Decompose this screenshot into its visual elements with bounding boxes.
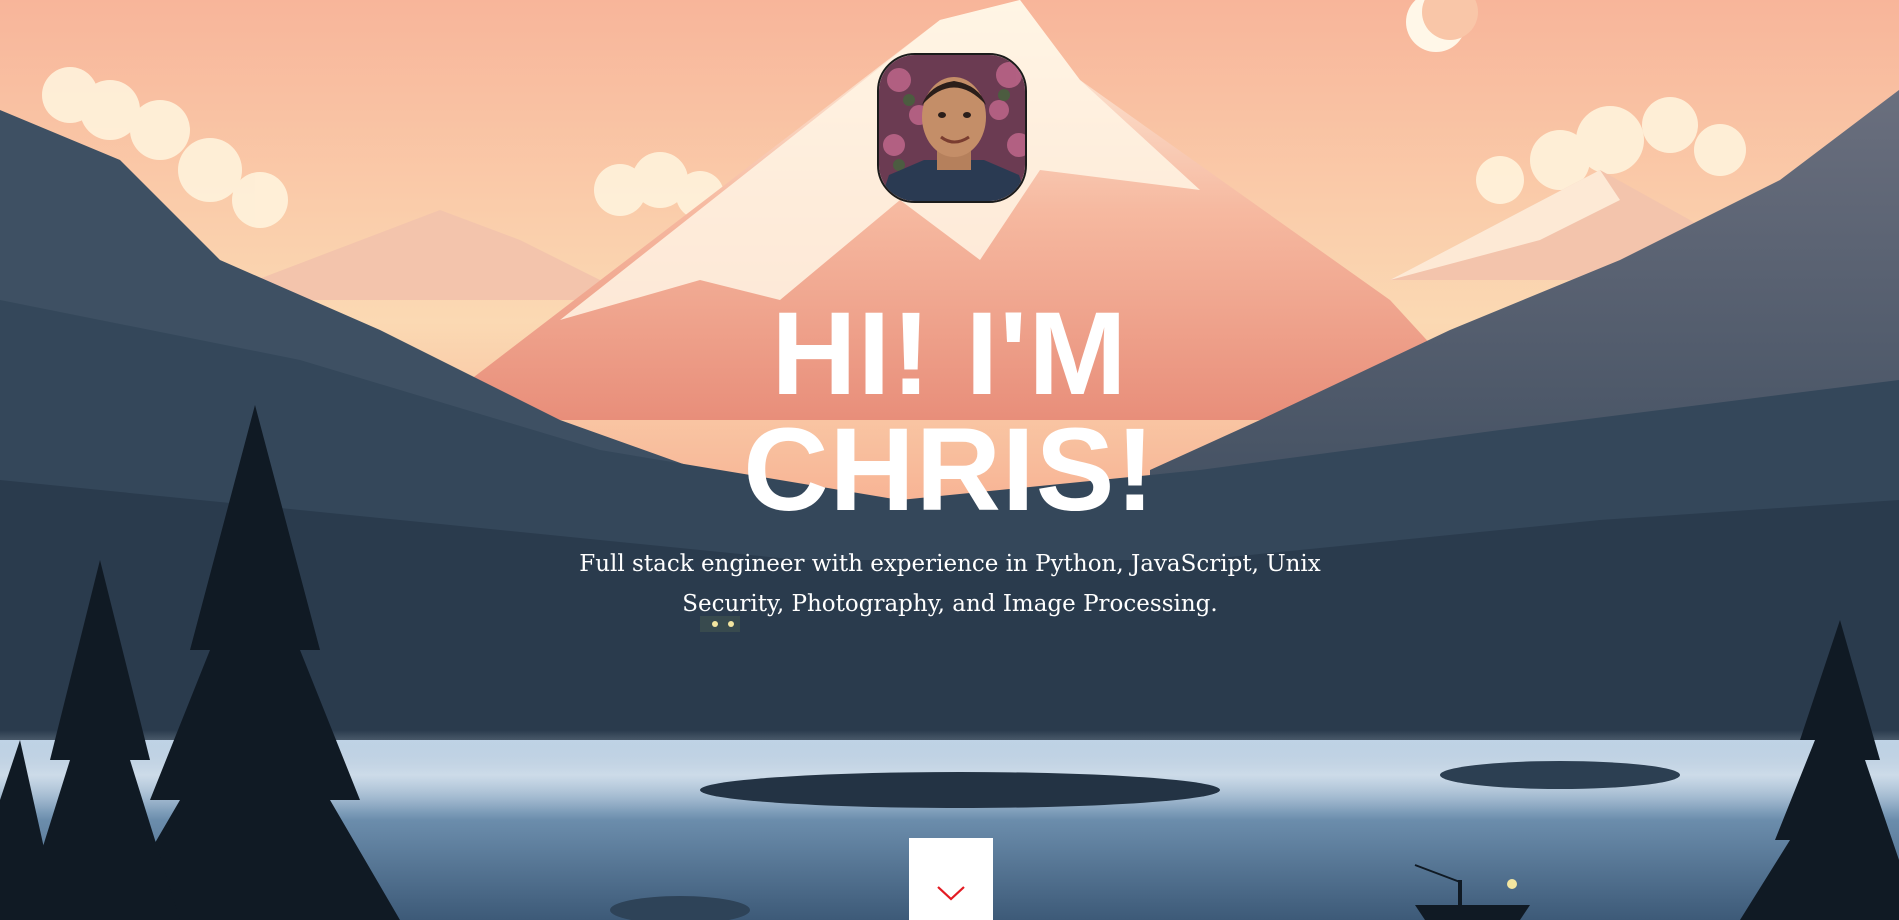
hero-section: HI! I'M CHRIS! Full stack engineer with … [0, 0, 1899, 920]
headline-line-1: HI! I'M [771, 288, 1128, 420]
tagline: Full stack engineer with experience in P… [579, 551, 1321, 617]
headline-line-2: CHRIS! [743, 404, 1156, 536]
profile-photo [879, 55, 1025, 201]
scroll-down-button[interactable] [909, 838, 993, 920]
chevron-down-icon [937, 886, 965, 901]
avatar [877, 53, 1027, 203]
